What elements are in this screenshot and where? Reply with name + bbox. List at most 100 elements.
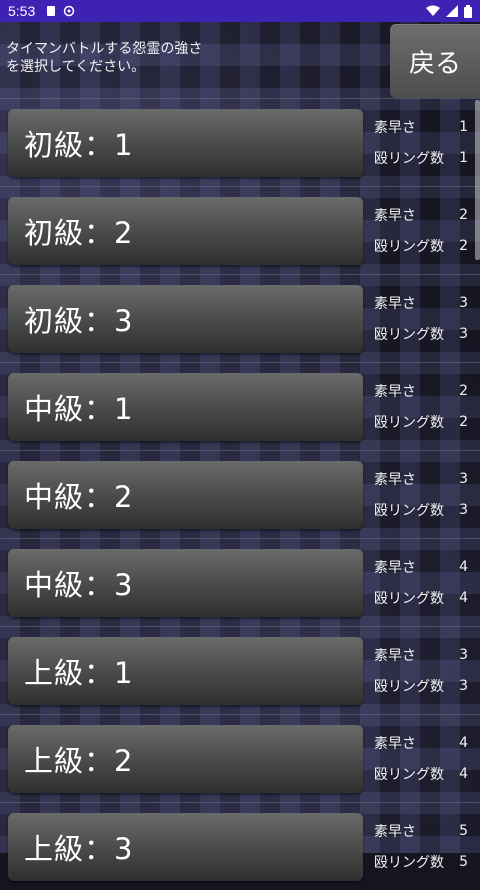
level-label: 上級：3 [24, 832, 134, 866]
level-row: 初級：3 素早さ 3 殴リング数 3 [0, 274, 480, 362]
level-row: 上級：1 素早さ 3 殴リング数 3 [0, 626, 480, 714]
level-row: 上級：2 素早さ 4 殴リング数 4 [0, 714, 480, 802]
level-label: 上級：1 [24, 656, 134, 690]
speed-value: 4 [459, 558, 468, 575]
speed-stat: 素早さ 1 [374, 111, 480, 142]
speed-value: 3 [459, 294, 468, 311]
level-button[interactable]: 初級：2 [8, 197, 363, 265]
level-row: 初級：2 素早さ 2 殴リング数 2 [0, 186, 480, 274]
speed-stat: 素早さ 3 [374, 287, 480, 318]
level-button[interactable]: 中級：2 [8, 461, 363, 529]
speed-label: 素早さ [374, 647, 416, 664]
scrollbar[interactable] [475, 100, 480, 260]
level-button[interactable]: 初級：1 [8, 109, 363, 177]
rings-stat: 殴リング数 3 [374, 318, 480, 349]
speed-stat: 素早さ 5 [374, 815, 480, 846]
level-stats: 素早さ 3 殴リング数 3 [374, 287, 480, 349]
speed-label: 素早さ [374, 471, 416, 488]
level-button[interactable]: 中級：1 [8, 373, 363, 441]
rings-value: 3 [459, 677, 468, 694]
level-label: 初級：1 [24, 128, 134, 162]
speed-stat: 素早さ 3 [374, 463, 480, 494]
speed-stat: 素早さ 2 [374, 375, 480, 406]
rings-value: 1 [459, 149, 468, 166]
rings-label: 殴リング数 [374, 854, 444, 871]
level-label: 中級：3 [24, 568, 134, 602]
speed-value: 1 [459, 118, 468, 135]
level-button[interactable]: 上級：1 [8, 637, 363, 705]
speed-label: 素早さ [374, 559, 416, 576]
level-button[interactable]: 中級：3 [8, 549, 363, 617]
status-time: 5:53 [8, 3, 36, 19]
speed-value: 4 [459, 734, 468, 751]
level-row: 中級：2 素早さ 3 殴リング数 3 [0, 450, 480, 538]
level-stats: 素早さ 2 殴リング数 2 [374, 199, 480, 261]
rings-stat: 殴リング数 4 [374, 758, 480, 789]
speed-stat: 素早さ 4 [374, 551, 480, 582]
level-label: 中級：2 [24, 480, 134, 514]
level-stats: 素早さ 3 殴リング数 3 [374, 463, 480, 525]
level-stats: 素早さ 5 殴リング数 5 [374, 815, 480, 877]
storage-icon [47, 6, 56, 16]
level-list: 初級：1 素早さ 1 殴リング数 1 初級：2 素早さ 2 殴リング数 2 初級：3 素早さ 3 殴リング… [0, 98, 480, 890]
level-stats: 素早さ 4 殴リング数 4 [374, 551, 480, 613]
rings-value: 4 [459, 765, 468, 782]
level-button[interactable]: 上級：2 [8, 725, 363, 793]
speed-value: 2 [459, 206, 468, 223]
back-button[interactable]: 戻る [390, 24, 480, 98]
rings-label: 殴リング数 [374, 766, 444, 783]
rings-label: 殴リング数 [374, 150, 444, 167]
rings-value: 3 [459, 325, 468, 342]
level-label: 初級：2 [24, 216, 134, 250]
level-button[interactable]: 上級：3 [8, 813, 363, 881]
level-stats: 素早さ 2 殴リング数 2 [374, 375, 480, 437]
speed-value: 3 [459, 470, 468, 487]
speed-label: 素早さ [374, 295, 416, 312]
speed-value: 5 [459, 822, 468, 839]
rings-value: 4 [459, 589, 468, 606]
rings-stat: 殴リング数 1 [374, 142, 480, 173]
wifi-icon [426, 5, 440, 16]
speed-label: 素早さ [374, 207, 416, 224]
rings-label: 殴リング数 [374, 590, 444, 607]
instruction-text: タイマンバトルする怨霊の強さを選択してください。 [6, 41, 203, 75]
rings-label: 殴リング数 [374, 678, 444, 695]
rings-label: 殴リング数 [374, 502, 444, 519]
rings-stat: 殴リング数 3 [374, 494, 480, 525]
rings-value: 5 [459, 853, 468, 870]
level-label: 中級：1 [24, 392, 134, 426]
speed-label: 素早さ [374, 823, 416, 840]
rings-stat: 殴リング数 2 [374, 406, 480, 437]
level-stats: 素早さ 1 殴リング数 1 [374, 111, 480, 173]
speed-stat: 素早さ 4 [374, 727, 480, 758]
speed-stat: 素早さ 2 [374, 199, 480, 230]
rings-label: 殴リング数 [374, 326, 444, 343]
rings-label: 殴リング数 [374, 414, 444, 431]
rings-stat: 殴リング数 3 [374, 670, 480, 701]
level-label: 上級：2 [24, 744, 134, 778]
speed-label: 素早さ [374, 735, 416, 752]
speed-label: 素早さ [374, 383, 416, 400]
level-label: 初級：3 [24, 304, 134, 338]
status-right-icons [426, 4, 472, 18]
rings-value: 2 [459, 237, 468, 254]
battery-icon [464, 4, 472, 18]
speed-value: 3 [459, 646, 468, 663]
speed-label: 素早さ [374, 119, 416, 136]
level-row: 中級：1 素早さ 2 殴リング数 2 [0, 362, 480, 450]
rings-stat: 殴リング数 2 [374, 230, 480, 261]
rings-stat: 殴リング数 4 [374, 582, 480, 613]
rings-label: 殴リング数 [374, 238, 444, 255]
level-row: 中級：3 素早さ 4 殴リング数 4 [0, 538, 480, 626]
speed-stat: 素早さ 3 [374, 639, 480, 670]
rings-value: 2 [459, 413, 468, 430]
speed-value: 2 [459, 382, 468, 399]
rings-value: 3 [459, 501, 468, 518]
status-bar: 5:53 [0, 0, 480, 22]
level-stats: 素早さ 3 殴リング数 3 [374, 639, 480, 701]
level-stats: 素早さ 4 殴リング数 4 [374, 727, 480, 789]
signal-icon [446, 5, 458, 17]
sync-icon [64, 5, 75, 17]
level-row: 初級：1 素早さ 1 殴リング数 1 [0, 98, 480, 186]
level-button[interactable]: 初級：3 [8, 285, 363, 353]
